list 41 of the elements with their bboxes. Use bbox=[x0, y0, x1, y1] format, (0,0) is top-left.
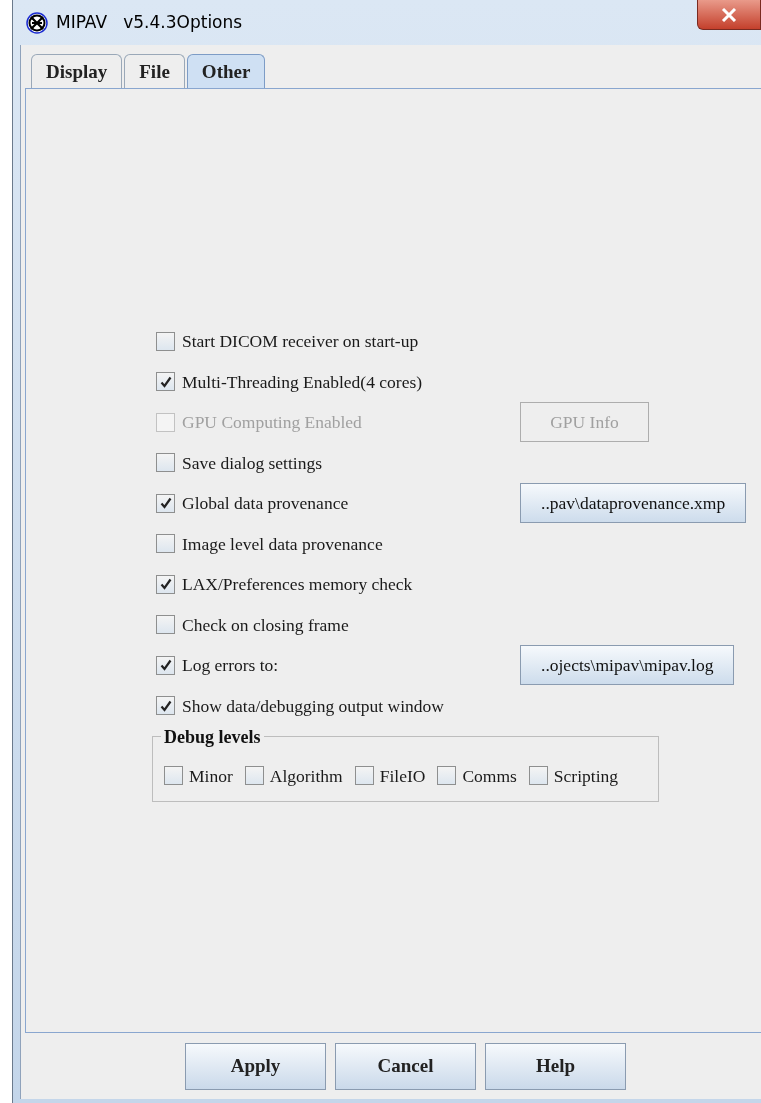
option-label: Global data provenance bbox=[182, 492, 349, 516]
option-label: FileIO bbox=[379, 764, 426, 788]
checkbox[interactable] bbox=[164, 766, 183, 786]
option-label: Log errors to: bbox=[182, 654, 279, 678]
checkbox[interactable] bbox=[156, 696, 175, 716]
checkbox[interactable] bbox=[156, 615, 175, 635]
option-label: Save dialog settings bbox=[182, 451, 322, 475]
app-icon bbox=[26, 11, 48, 34]
path-button[interactable]: ..ojects\mipav\mipav.log bbox=[520, 645, 735, 686]
option-label: Show data/debugging output window bbox=[182, 694, 444, 718]
tab[interactable]: Other bbox=[186, 53, 266, 88]
checkbox[interactable] bbox=[244, 766, 264, 786]
checkbox[interactable] bbox=[156, 574, 175, 594]
option-label: Scripting bbox=[553, 764, 618, 788]
checkbox[interactable] bbox=[156, 331, 175, 351]
option-label: Comms bbox=[462, 764, 517, 788]
checkbox[interactable] bbox=[156, 453, 175, 473]
checkbox[interactable] bbox=[156, 534, 175, 554]
window-title: MIPAV v5.4.3Options bbox=[56, 10, 243, 34]
dialog-button[interactable]: Apply bbox=[185, 1042, 326, 1090]
option-label: Image level data provenance bbox=[182, 532, 383, 556]
option-label: Check on closing frame bbox=[182, 613, 349, 637]
close-button[interactable] bbox=[697, 0, 761, 30]
checkbox[interactable] bbox=[528, 766, 548, 786]
close-icon bbox=[721, 7, 737, 22]
checkbox[interactable] bbox=[156, 655, 175, 675]
dialog-button[interactable]: Cancel bbox=[335, 1042, 476, 1090]
option-label: Multi-Threading Enabled(4 cores) bbox=[182, 370, 423, 394]
tab[interactable]: File bbox=[124, 53, 185, 88]
option-label: Algorithm bbox=[269, 764, 343, 788]
checkbox[interactable] bbox=[156, 493, 175, 513]
checkbox[interactable] bbox=[437, 766, 457, 786]
path-button[interactable]: ..pav\dataprovenance.xmp bbox=[520, 483, 747, 524]
checkbox[interactable] bbox=[354, 766, 374, 786]
option-label: Start DICOM receiver on start-up bbox=[182, 330, 419, 354]
checkbox[interactable] bbox=[156, 372, 175, 392]
option-label: GPU Computing Enabled bbox=[182, 411, 362, 435]
option-label: Minor bbox=[189, 764, 233, 788]
tab[interactable]: Display bbox=[31, 53, 123, 88]
dialog-button[interactable]: Help bbox=[485, 1042, 626, 1090]
option-label: LAX/Preferences memory check bbox=[182, 573, 413, 597]
